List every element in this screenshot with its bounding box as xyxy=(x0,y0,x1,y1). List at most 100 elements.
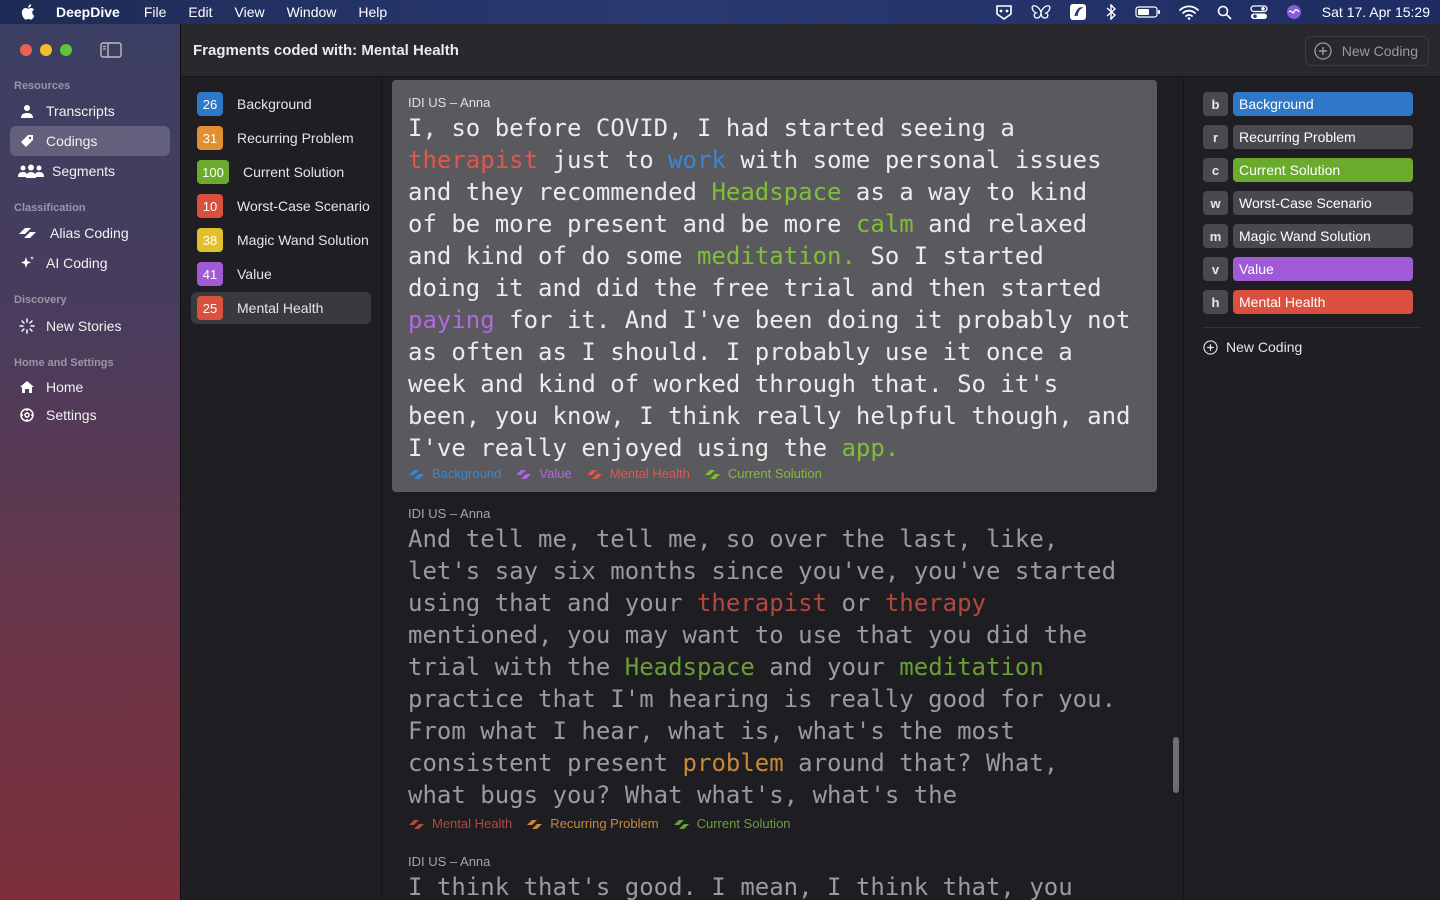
coding-pill[interactable]: Recurring Problem xyxy=(1233,125,1413,149)
shortcut-row-magic-wand-solution[interactable]: m Magic Wand Solution xyxy=(1203,224,1413,248)
scrollbar-thumb[interactable] xyxy=(1173,737,1179,793)
sidebar-item-codings[interactable]: Codings xyxy=(10,126,170,156)
code-tag[interactable]: Current Solution xyxy=(673,816,791,831)
fragment-text[interactable]: And tell me, tell me, so over the last, … xyxy=(408,523,1148,811)
fragment-source: IDI US – Anna xyxy=(408,854,491,869)
minimize-window-button[interactable] xyxy=(40,44,52,56)
butterfly-icon[interactable] xyxy=(1031,4,1051,20)
house-icon xyxy=(18,378,36,396)
coding-pill[interactable]: Magic Wand Solution xyxy=(1233,224,1413,248)
alias-icon xyxy=(586,469,602,479)
shortcut-key: c xyxy=(1203,158,1228,182)
coded-highlight[interactable]: paying xyxy=(408,306,495,334)
text-span: I, so before COVID, I had started seeing… xyxy=(408,114,1015,142)
shortcut-row-recurring-problem[interactable]: r Recurring Problem xyxy=(1203,125,1413,149)
code-tag[interactable]: Recurring Problem xyxy=(526,816,659,831)
shortcut-row-value[interactable]: v Value xyxy=(1203,257,1413,281)
text-span: just to xyxy=(538,146,669,174)
sidebar-item-segments[interactable]: Segments xyxy=(10,156,170,186)
sidebar-item-alias-coding[interactable]: Alias Coding xyxy=(10,218,170,248)
code-tag[interactable]: Current Solution xyxy=(704,466,822,481)
sidebar-item-transcripts[interactable]: Transcripts xyxy=(10,96,170,126)
alias-icon xyxy=(516,469,532,479)
fragment-card[interactable]: IDI US – Anna I think that's good. I mean… xyxy=(392,850,1157,900)
code-item-magic-wand-solution[interactable]: 38 Magic Wand Solution xyxy=(191,224,371,256)
shortcut-row-background[interactable]: b Background xyxy=(1203,92,1413,116)
menu-file[interactable]: File xyxy=(144,4,167,20)
coded-highlight[interactable]: work xyxy=(668,146,726,174)
coding-pill[interactable]: Current Solution xyxy=(1233,158,1413,182)
code-tag[interactable]: Background xyxy=(408,466,501,481)
sidebar-item-label: Settings xyxy=(46,407,97,423)
people-icon xyxy=(18,162,44,180)
zoom-window-button[interactable] xyxy=(60,44,72,56)
close-window-button[interactable] xyxy=(20,44,32,56)
toggle-sidebar-icon[interactable] xyxy=(100,42,122,58)
coded-highlight[interactable]: meditation xyxy=(899,653,1044,681)
fragment-text[interactable]: I, so before COVID, I had started seeing… xyxy=(408,112,1148,464)
coded-highlight[interactable]: Headspace xyxy=(711,178,841,206)
battery-icon[interactable] xyxy=(1135,5,1161,19)
coding-pill[interactable]: Background xyxy=(1233,92,1413,116)
coding-pill[interactable]: Worst-Case Scenario xyxy=(1233,191,1413,215)
coded-highlight[interactable]: therapist xyxy=(408,146,538,174)
code-tag-label: Recurring Problem xyxy=(550,816,659,831)
sidebar-item-home[interactable]: Home xyxy=(10,372,170,402)
person-icon xyxy=(18,102,36,120)
coding-pill[interactable]: Value xyxy=(1233,257,1413,281)
shortcut-row-current-solution[interactable]: c Current Solution xyxy=(1203,158,1413,182)
fragment-card[interactable]: IDI US – Anna I, so before COVID, I had s… xyxy=(392,80,1157,492)
status-app-icon[interactable] xyxy=(995,4,1013,20)
fragment-card[interactable]: IDI US – Anna And tell me, tell me, so ov… xyxy=(392,502,1157,842)
gear-icon xyxy=(18,406,36,424)
coded-highlight[interactable]: calm xyxy=(856,210,914,238)
spotlight-search-icon[interactable] xyxy=(1217,5,1232,20)
fragment-tags: Background Value Mental Health Current Solu… xyxy=(408,466,836,481)
sidebar-item-new-stories[interactable]: New Stories xyxy=(10,311,170,341)
section-classification: Classification xyxy=(14,202,86,214)
coded-highlight[interactable]: problem xyxy=(683,749,784,777)
coded-highlight[interactable]: therapist xyxy=(697,589,827,617)
apple-logo-icon[interactable] xyxy=(20,3,38,21)
code-item-mental-health[interactable]: 25 Mental Health xyxy=(191,292,371,324)
sidebar-item-ai-coding[interactable]: AI Coding xyxy=(10,248,170,278)
code-item-recurring-problem[interactable]: 31 Recurring Problem xyxy=(191,122,371,154)
alias-icon xyxy=(673,819,689,829)
menubar-clock[interactable]: Sat 17. Apr 15:29 xyxy=(1322,4,1430,20)
code-tag-label: Mental Health xyxy=(432,816,513,831)
section-discovery: Discovery xyxy=(14,294,67,306)
coded-highlight[interactable]: Headspace xyxy=(625,653,755,681)
coded-highlight[interactable]: app. xyxy=(841,434,899,462)
section-resources: Resources xyxy=(14,80,71,92)
new-coding-link[interactable]: New Coding xyxy=(1203,339,1302,355)
menu-edit[interactable]: Edit xyxy=(188,4,212,20)
coded-highlight[interactable]: meditation. xyxy=(697,242,856,270)
code-item-value[interactable]: 41 Value xyxy=(191,258,371,290)
shortcut-row-mental-health[interactable]: h Mental Health xyxy=(1203,290,1413,314)
code-item-background[interactable]: 26 Background xyxy=(191,88,371,120)
fragments-pane[interactable]: IDI US – Anna I, so before COVID, I had s… xyxy=(382,77,1182,900)
code-item-current-solution[interactable]: 100 Current Solution xyxy=(191,156,371,188)
sidebar-item-settings[interactable]: Settings xyxy=(10,400,170,430)
control-center-icon[interactable] xyxy=(1250,4,1268,20)
menu-window[interactable]: Window xyxy=(287,4,337,20)
wifi-icon[interactable] xyxy=(1178,5,1199,20)
new-coding-button[interactable]: New Coding xyxy=(1304,36,1429,66)
coded-highlight[interactable]: therapy xyxy=(885,589,986,617)
code-tag[interactable]: Value xyxy=(515,466,572,481)
code-item-worst-case-scenario[interactable]: 10 Worst-Case Scenario xyxy=(191,190,371,222)
menu-view[interactable]: View xyxy=(235,4,265,20)
code-tag[interactable]: Mental Health xyxy=(586,466,690,481)
script-app-icon[interactable] xyxy=(1069,3,1087,21)
app-name-menu[interactable]: DeepDive xyxy=(56,4,120,20)
bluetooth-icon[interactable] xyxy=(1105,4,1117,20)
fragment-tags: Mental Health Recurring Problem Current So… xyxy=(408,816,805,831)
coding-pill[interactable]: Mental Health xyxy=(1233,290,1413,314)
text-span: or xyxy=(827,589,885,617)
siri-icon[interactable] xyxy=(1286,4,1302,20)
menu-help[interactable]: Help xyxy=(358,4,387,20)
fragment-text[interactable]: I think that's good. I mean, I think tha… xyxy=(408,871,1148,900)
page-title: Fragments coded with: Mental Health xyxy=(193,42,459,59)
shortcut-row-worst-case-scenario[interactable]: w Worst-Case Scenario xyxy=(1203,191,1413,215)
code-tag[interactable]: Mental Health xyxy=(408,816,512,831)
